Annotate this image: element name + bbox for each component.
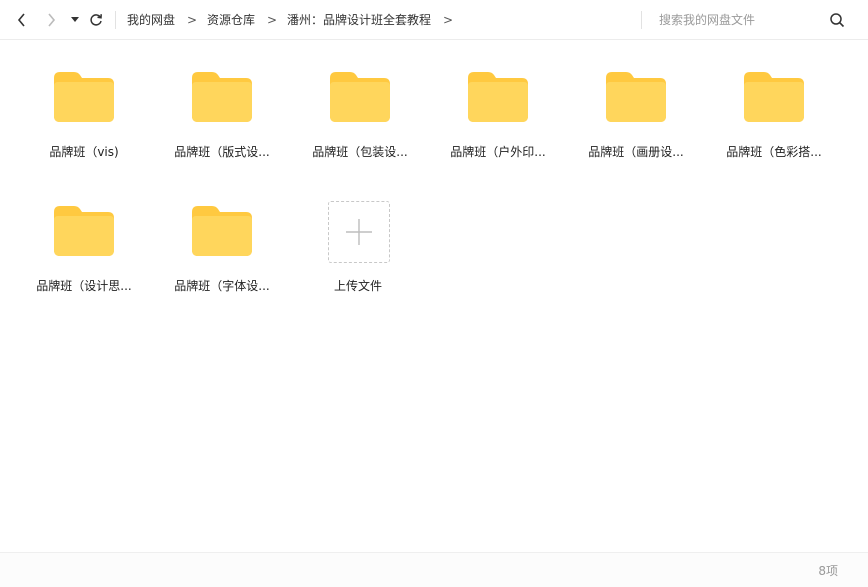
toolbar: 我的网盘 > 资源仓库 > 潘州：品牌设计班全套教程 > xyxy=(0,0,868,40)
upload-file-button[interactable]: 上传文件 xyxy=(298,201,418,311)
caret-down-icon xyxy=(71,17,79,22)
folder-name: 品牌班（色彩搭... xyxy=(726,145,822,159)
folder-icon xyxy=(744,72,804,122)
folder-name: 品牌班（版式设... xyxy=(174,145,270,159)
folder-name: 品牌班（画册设... xyxy=(588,145,684,159)
search-icon[interactable] xyxy=(829,12,845,28)
forward-button[interactable] xyxy=(42,11,60,29)
folder-item[interactable]: 品牌班（色彩搭... xyxy=(714,72,834,182)
plus-icon xyxy=(346,219,372,245)
folder-item[interactable]: 品牌班（画册设... xyxy=(576,72,696,182)
folder-icon xyxy=(606,72,666,122)
refresh-button[interactable] xyxy=(87,11,105,29)
folder-name: 品牌班（户外印... xyxy=(450,145,546,159)
toolbar-divider xyxy=(115,11,116,29)
folder-icon xyxy=(468,72,528,122)
folder-item[interactable]: 品牌班（版式设... xyxy=(162,72,282,182)
breadcrumb-separator: > xyxy=(187,13,198,27)
chevron-right-icon xyxy=(48,13,56,27)
chevron-left-icon xyxy=(17,13,25,27)
folder-icon xyxy=(330,72,390,122)
back-button[interactable] xyxy=(13,11,31,29)
item-count: 8项 xyxy=(818,564,838,578)
status-bar: 8项 xyxy=(0,552,868,587)
refresh-icon xyxy=(90,14,102,26)
upload-label: 上传文件 xyxy=(333,279,382,293)
folder-item[interactable]: 品牌班（设计思... xyxy=(24,206,144,316)
folder-item[interactable]: 品牌班（户外印... xyxy=(438,72,558,182)
folder-item[interactable]: 品牌班（字体设... xyxy=(162,206,282,316)
folder-name: 品牌班（vis) xyxy=(49,145,119,159)
breadcrumb-item-resource-repo[interactable]: 资源仓库 xyxy=(207,12,255,28)
breadcrumb-item-current-folder[interactable]: 潘州：品牌设计班全套教程 xyxy=(287,12,431,28)
folder-name: 品牌班（设计思... xyxy=(36,279,132,293)
search-input[interactable] xyxy=(651,9,829,31)
folder-icon xyxy=(54,72,114,122)
folder-icon xyxy=(54,206,114,256)
search-divider xyxy=(641,11,642,29)
history-dropdown-button[interactable] xyxy=(66,11,84,29)
breadcrumb-separator: > xyxy=(267,13,278,27)
breadcrumb-separator: > xyxy=(443,13,454,27)
breadcrumb-item-my-drive[interactable]: 我的网盘 xyxy=(127,12,175,28)
folder-name: 品牌班（包装设... xyxy=(312,145,408,159)
folder-name: 品牌班（字体设... xyxy=(174,279,270,293)
folder-icon xyxy=(192,72,252,122)
folder-icon xyxy=(192,206,252,256)
folder-item[interactable]: 品牌班（包装设... xyxy=(300,72,420,182)
upload-box[interactable] xyxy=(328,201,390,263)
folder-item[interactable]: 品牌班（vis) xyxy=(24,72,144,182)
